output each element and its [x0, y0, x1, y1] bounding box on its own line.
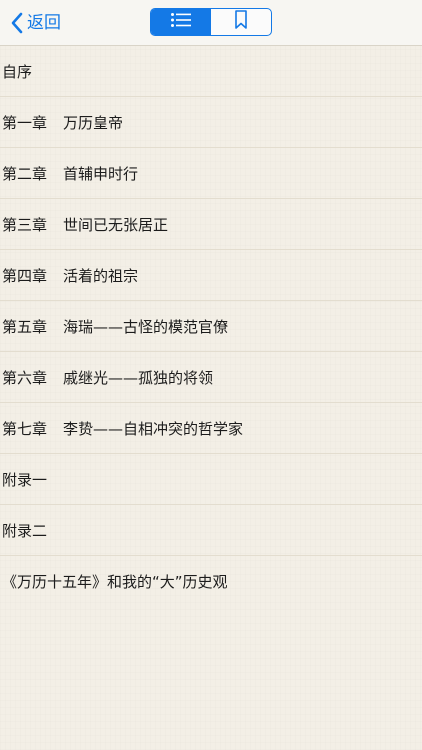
chevron-left-icon [10, 12, 23, 34]
toc-item-preface[interactable]: 自序 [0, 46, 422, 97]
toc-item-chapter-7[interactable]: 第七章 李贽——自相冲突的哲学家 [0, 403, 422, 454]
toc-item-chapter-5[interactable]: 第五章 海瑞——古怪的模范官僚 [0, 301, 422, 352]
list-icon [170, 12, 192, 32]
toc-chapter-label: 《万历十五年》和我的“大”历史观 [2, 573, 228, 591]
tab-contents[interactable] [151, 9, 211, 35]
toc-chapter-title: 李贽——自相冲突的哲学家 [63, 419, 244, 438]
toc-item-chapter-1[interactable]: 第一章 万历皇帝 [0, 97, 422, 148]
toc-chapter-title: 首辅申时行 [63, 164, 139, 183]
view-segmented-control [150, 8, 272, 36]
tab-bookmarks[interactable] [211, 9, 271, 35]
toc-item-appendix-1[interactable]: 附录一 [0, 454, 422, 505]
toc-chapter-label: 第五章 [2, 317, 48, 336]
toc-chapter-label: 第六章 [2, 368, 48, 387]
toc-chapter-title: 世间已无张居正 [63, 215, 169, 234]
toc-chapter-label: 第二章 [2, 164, 48, 183]
toc-item-chapter-2[interactable]: 第二章 首辅申时行 [0, 148, 422, 199]
toc-chapter-label: 第七章 [2, 419, 48, 438]
toc-item-appendix-2[interactable]: 附录二 [0, 505, 422, 556]
toc-chapter-label: 第四章 [2, 266, 48, 285]
toc-item-chapter-4[interactable]: 第四章 活着的祖宗 [0, 250, 422, 301]
toc-item-afterword[interactable]: 《万历十五年》和我的“大”历史观 [0, 556, 422, 607]
toc-chapter-title: 海瑞——古怪的模范官僚 [63, 317, 229, 336]
toc-chapter-title: 万历皇帝 [63, 113, 124, 132]
toc-chapter-label: 附录一 [2, 470, 48, 489]
back-button[interactable]: 返回 [10, 10, 61, 36]
toc-chapter-label: 自序 [2, 62, 33, 81]
toc-chapter-label: 第一章 [2, 113, 48, 132]
toc-item-chapter-6[interactable]: 第六章 戚继光——孤独的将领 [0, 352, 422, 403]
toc-chapter-label: 附录二 [2, 521, 48, 540]
toc-chapter-title: 活着的祖宗 [63, 266, 139, 285]
table-of-contents: 自序 第一章 万历皇帝 第二章 首辅申时行 第三章 世间已无张居正 第四章 活着… [0, 46, 422, 750]
back-label: 返回 [27, 13, 61, 33]
toc-chapter-title: 戚继光——孤独的将领 [63, 368, 214, 387]
bookmark-icon [234, 10, 248, 34]
navigation-bar: 返回 [0, 0, 422, 46]
toc-chapter-label: 第三章 [2, 215, 48, 234]
toc-item-chapter-3[interactable]: 第三章 世间已无张居正 [0, 199, 422, 250]
